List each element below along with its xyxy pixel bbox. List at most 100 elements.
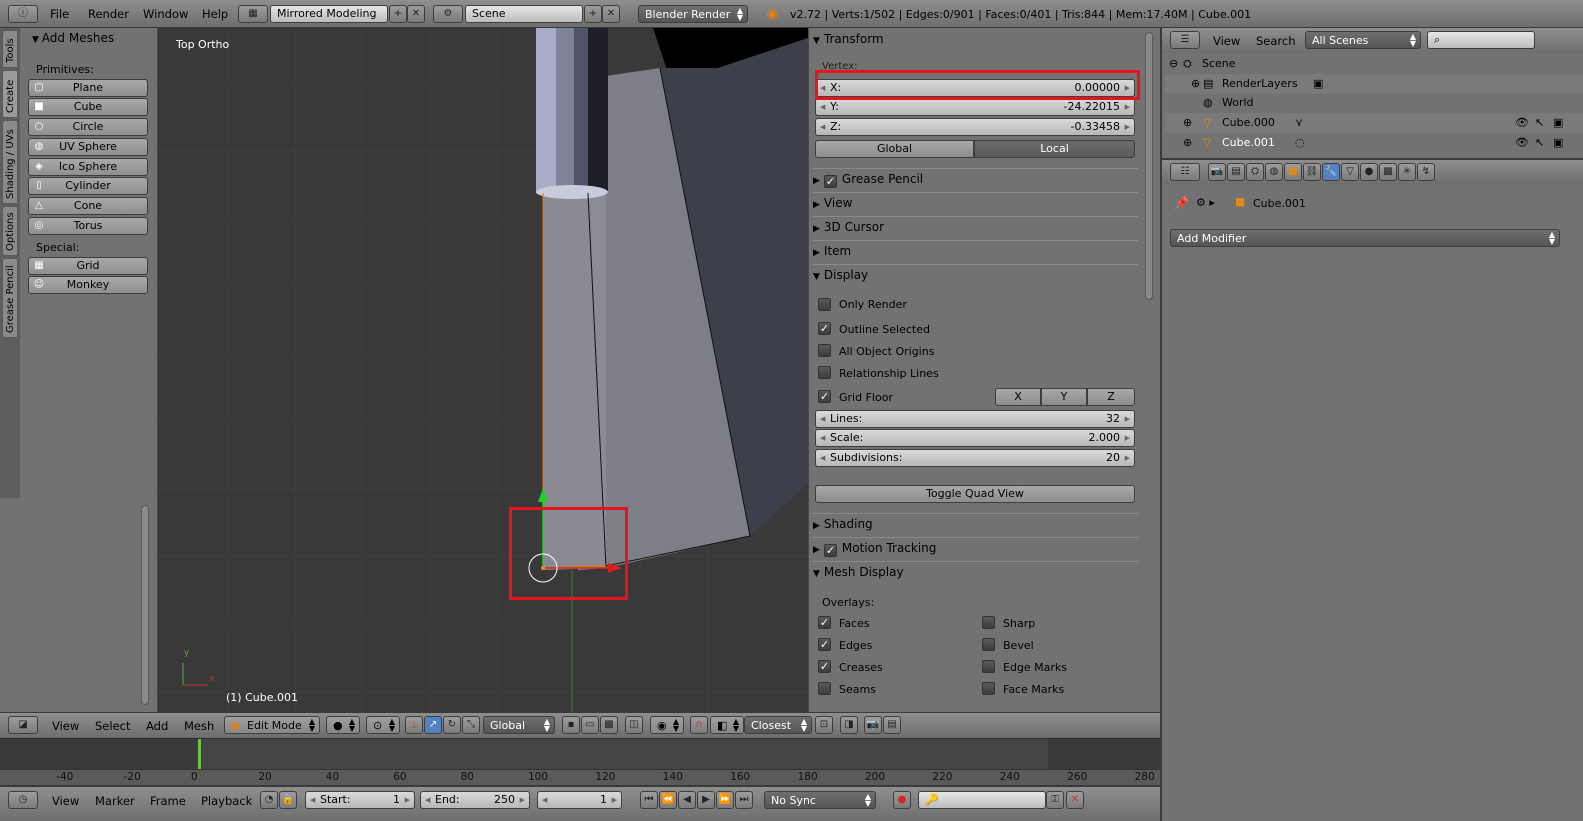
edges-checkbox[interactable]: ✓ xyxy=(818,638,831,651)
select-cursor-icon[interactable]: ↖ xyxy=(1535,133,1544,153)
seams-checkbox[interactable] xyxy=(818,682,831,695)
select-cursor-icon[interactable]: ↖ xyxy=(1535,113,1544,133)
snap-align-icon[interactable]: ⊡ xyxy=(815,716,833,734)
add-cone-button[interactable]: △ Cone xyxy=(28,197,148,215)
add-plane-button[interactable]: ▢ Plane xyxy=(28,79,148,97)
outliner-row-cube001[interactable]: ⊕ ▽ Cube.001 ◌ 👁 ↖ ▣ xyxy=(1165,133,1583,153)
tab-options[interactable]: Options xyxy=(2,206,18,256)
editor-type-outliner-icon[interactable]: ☰ xyxy=(1170,31,1200,49)
outline-selected-checkbox[interactable]: ✓ xyxy=(818,322,831,335)
grid-floor-checkbox[interactable]: ✓ xyxy=(818,390,831,403)
menu-render[interactable]: Render xyxy=(88,7,129,21)
outliner-filter-dropdown[interactable]: All Scenes ▲ ▼ xyxy=(1305,31,1421,49)
render-engine-dropdown[interactable]: Blender Render ▲ ▼ xyxy=(638,5,748,23)
add-cube-button[interactable]: ■ Cube xyxy=(28,98,148,116)
preview-range-clock-icon[interactable]: ◔ xyxy=(260,791,278,809)
constraints-tab-icon[interactable]: ⛓ xyxy=(1303,163,1321,181)
add-scene-icon[interactable]: + xyxy=(584,5,602,23)
render-opengl-icon[interactable]: ◨ xyxy=(840,716,858,734)
orientation-dropdown[interactable]: Global ▲ ▼ xyxy=(483,716,555,734)
grease-pencil-checkbox[interactable]: ✓ xyxy=(823,175,837,188)
shading-panel-header[interactable]: ▶ Shading xyxy=(813,513,1138,533)
viewport-menu-select[interactable]: Select xyxy=(95,719,130,733)
world-tab-icon[interactable]: ◍ xyxy=(1265,163,1283,181)
outliner-menu-view[interactable]: View xyxy=(1213,34,1240,48)
next-keyframe-icon[interactable]: ⏩ xyxy=(716,791,734,809)
axis-x-toggle[interactable]: X xyxy=(995,388,1041,406)
sharp-checkbox[interactable] xyxy=(982,616,995,629)
outliner-menu-search[interactable]: Search xyxy=(1256,34,1296,48)
render-camera-icon[interactable]: ▣ xyxy=(1553,113,1563,133)
only-render-checkbox[interactable] xyxy=(818,298,831,311)
all-origins-checkbox[interactable] xyxy=(818,344,831,357)
snap-element-dropdown[interactable]: ◧ ▲ ▼ xyxy=(710,716,744,734)
add-cylinder-button[interactable]: ▯ Cylinder xyxy=(28,177,148,195)
grid-lines-field[interactable]: ◀ Lines: 32 ▶ xyxy=(815,410,1135,428)
menu-file[interactable]: File xyxy=(50,7,69,21)
manipulator-toggle-icon[interactable]: ⟂ xyxy=(405,716,423,734)
prev-keyframe-icon[interactable]: ⏪ xyxy=(659,791,677,809)
global-toggle[interactable]: Global xyxy=(815,140,974,158)
face-select-icon[interactable]: ▩ xyxy=(600,716,618,734)
menu-help[interactable]: Help xyxy=(202,7,228,21)
timeline-menu-view[interactable]: View xyxy=(52,794,79,808)
record-icon[interactable]: ● xyxy=(893,791,911,809)
timeline-menu-playback[interactable]: Playback xyxy=(201,794,252,808)
sync-mode-dropdown[interactable]: No Sync ▲ ▼ xyxy=(764,791,876,809)
vertex-y-field[interactable]: ◀ Y: -24.22015 ▶ xyxy=(815,98,1135,116)
vertex-select-icon[interactable]: ▪ xyxy=(562,716,580,734)
face-marks-checkbox[interactable] xyxy=(982,682,995,695)
outliner-row-renderlayers[interactable]: ⊕ ▤ RenderLayers ▣ xyxy=(1165,74,1583,94)
visibility-eye-icon[interactable]: 👁 xyxy=(1515,133,1529,153)
start-frame-field[interactable]: ◀ Start: 1 ▶ xyxy=(305,791,415,809)
keying-set-field[interactable]: 🔑 xyxy=(918,791,1046,809)
add-meshes-panel-title[interactable]: ▼ Add Meshes xyxy=(32,31,114,45)
snap-target-dropdown[interactable]: Closest ▲ ▼ xyxy=(744,716,812,734)
render-tab-icon[interactable]: 📷 xyxy=(1208,163,1226,181)
info-editor-type-icon[interactable]: ⓘ xyxy=(8,5,38,23)
shading-mode-dropdown[interactable]: ● ▲ ▼ xyxy=(326,716,360,734)
vertex-z-field[interactable]: ◀ Z: -0.33458 ▶ xyxy=(815,118,1135,136)
outliner-row-world[interactable]: ◍ World xyxy=(1165,93,1583,113)
grease-pencil-panel-header[interactable]: ▶ ✓ Grease Pencil xyxy=(813,168,1138,188)
jump-start-icon[interactable]: ⏮ xyxy=(640,791,658,809)
limit-selection-icon[interactable]: ◫ xyxy=(625,716,643,734)
n-panel-scrollbar[interactable] xyxy=(1145,32,1153,300)
pin-icon[interactable]: 📌 xyxy=(1174,196,1189,210)
display-panel-header[interactable]: ▼ Display xyxy=(813,264,1138,284)
timeline-playhead[interactable] xyxy=(198,739,201,769)
play-reverse-icon[interactable]: ◀ xyxy=(678,791,696,809)
motion-tracking-checkbox[interactable]: ✓ xyxy=(823,544,837,557)
mode-dropdown[interactable]: ▣ Edit Mode ▲ ▼ xyxy=(224,716,320,734)
edge-select-icon[interactable]: ▭ xyxy=(581,716,599,734)
scale-manipulator-icon[interactable]: ⤡ xyxy=(462,716,480,734)
scene-tab-icon[interactable]: ⛭ xyxy=(1246,163,1264,181)
timeline-menu-frame[interactable]: Frame xyxy=(150,794,186,808)
modifiers-tab-icon[interactable]: 🔧 xyxy=(1322,163,1340,181)
3d-cursor-panel-header[interactable]: ▶ 3D Cursor xyxy=(813,216,1138,236)
current-frame-field[interactable]: ◀ 1 ▶ xyxy=(537,791,622,809)
object-tab-icon[interactable]: ■ xyxy=(1284,163,1302,181)
add-ico-sphere-button[interactable]: ◈ Ico Sphere xyxy=(28,158,148,176)
bevel-checkbox[interactable] xyxy=(982,638,995,651)
render-still-icon[interactable]: 📷 xyxy=(864,716,882,734)
remove-layout-icon[interactable]: ✕ xyxy=(407,5,425,23)
delete-keyframe-icon[interactable]: ✕ xyxy=(1066,791,1084,809)
scene-icon[interactable]: ⚙ xyxy=(433,5,463,23)
edge-marks-checkbox[interactable] xyxy=(982,660,995,673)
particles-tab-icon[interactable]: ✳ xyxy=(1398,163,1416,181)
tab-shading-uvs[interactable]: Shading / UVs xyxy=(2,120,18,204)
menu-window[interactable]: Window xyxy=(143,7,188,21)
translate-manipulator-icon[interactable]: ↗ xyxy=(424,716,442,734)
shelf-scrollbar[interactable] xyxy=(141,505,149,705)
proportional-edit-dropdown[interactable]: ◉ ▲ ▼ xyxy=(650,716,684,734)
render-layers-tab-icon[interactable]: ▤ xyxy=(1227,163,1245,181)
render-camera-icon[interactable]: ▣ xyxy=(1553,133,1563,153)
play-icon[interactable]: ▶ xyxy=(697,791,715,809)
view-panel-header[interactable]: ▶ View xyxy=(813,192,1138,212)
texture-tab-icon[interactable]: ▩ xyxy=(1379,163,1397,181)
faces-checkbox[interactable]: ✓ xyxy=(818,616,831,629)
layout-grid-icon[interactable]: ▦ xyxy=(238,5,268,23)
add-modifier-dropdown[interactable]: Add Modifier ▲ ▼ xyxy=(1170,229,1560,247)
axis-y-toggle[interactable]: Y xyxy=(1041,388,1087,406)
